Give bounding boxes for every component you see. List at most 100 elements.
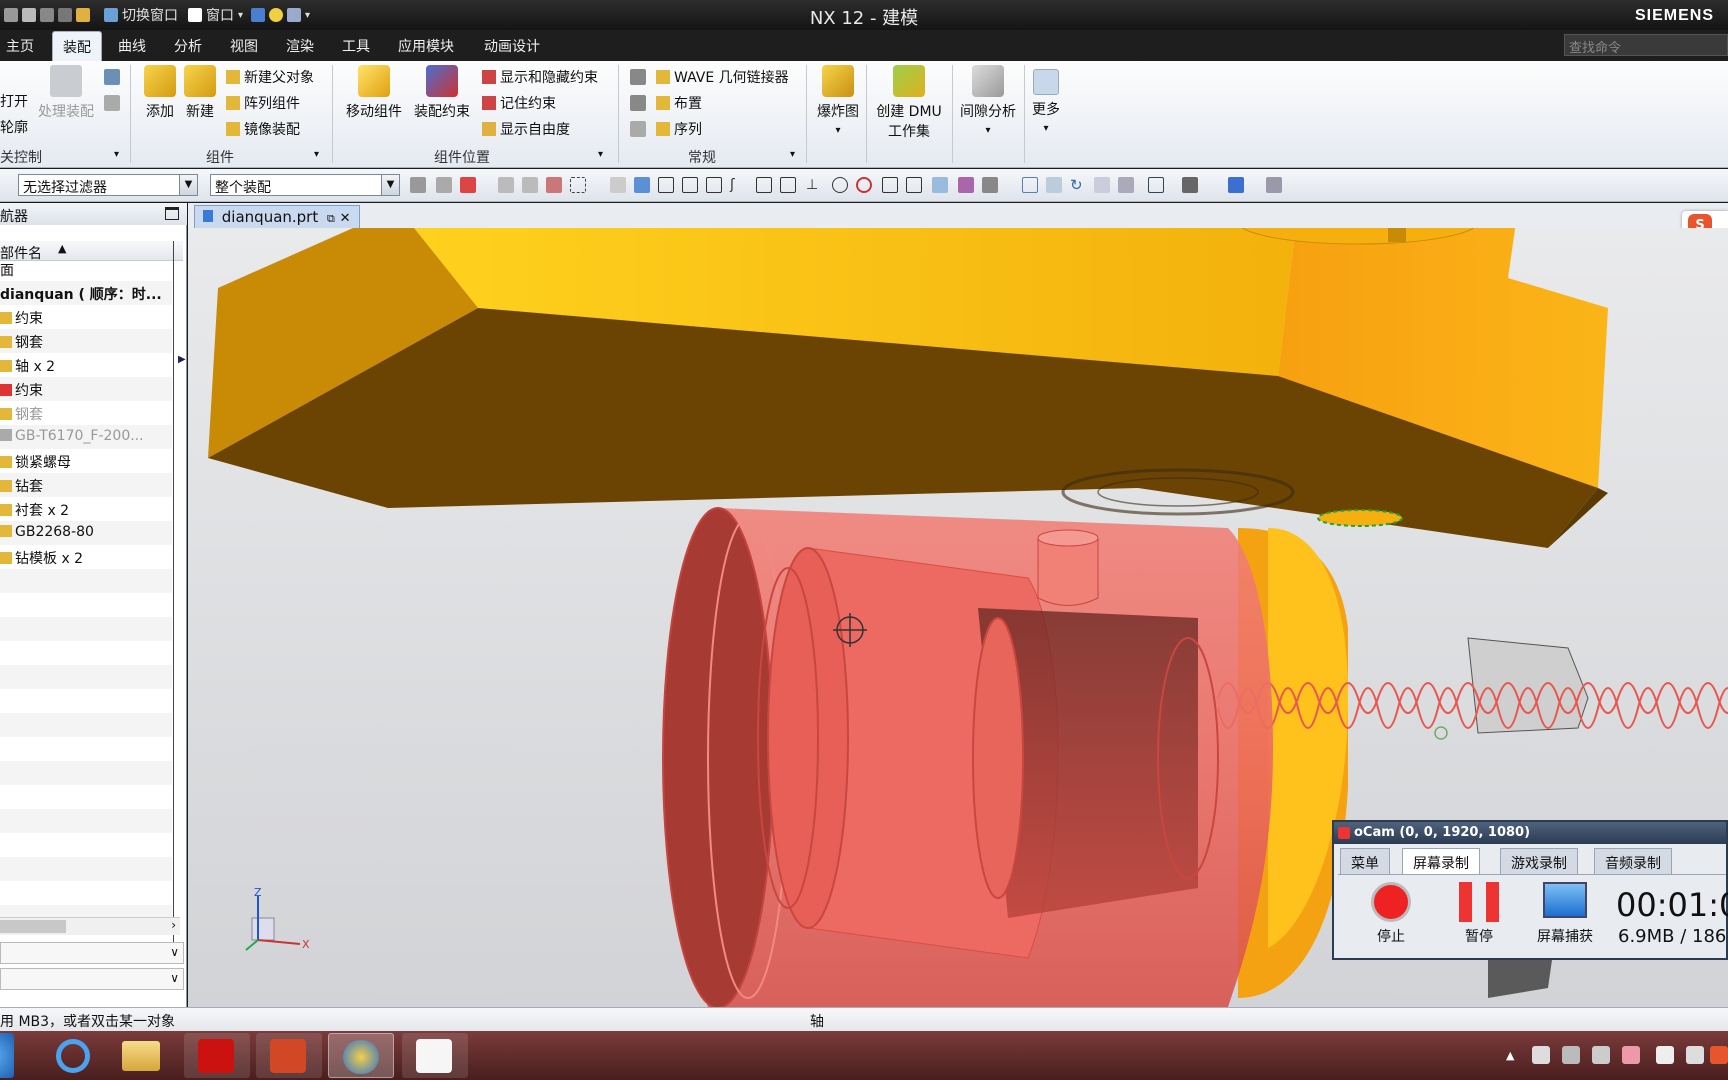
plus-icon[interactable] xyxy=(882,177,898,193)
mirror-assembly-button[interactable]: 镜像装配 xyxy=(226,119,300,139)
general-tool-icon[interactable] xyxy=(630,121,646,137)
detach-icon[interactable]: ⧉ xyxy=(327,212,335,225)
clearance-analysis-button[interactable]: 间隙分析 ▾ xyxy=(954,65,1022,137)
tab-render[interactable]: 渲染 xyxy=(286,36,314,56)
body-icon[interactable] xyxy=(958,177,974,193)
display-mode-icon[interactable] xyxy=(1148,177,1164,193)
snap-icon[interactable] xyxy=(546,177,562,193)
tab-tools[interactable]: 工具 xyxy=(342,36,370,56)
tab-assembly[interactable]: 装配 xyxy=(52,31,102,61)
flag-icon[interactable] xyxy=(1532,1046,1550,1064)
datum-point-icon[interactable] xyxy=(1434,726,1448,740)
tree-node[interactable]: 钢套 xyxy=(0,401,172,425)
tree-node[interactable]: 约束 xyxy=(0,377,172,401)
detail-panel-toggle[interactable]: ∨ xyxy=(0,942,184,964)
quadrant-icon[interactable] xyxy=(856,177,872,193)
chevron-down-icon[interactable]: ▾ xyxy=(314,149,319,160)
tree-node[interactable]: 轴 x 2 xyxy=(0,353,172,377)
tree-node[interactable]: 钻套 xyxy=(0,473,172,497)
ocam-screenshot-button[interactable]: 屏幕捕获 xyxy=(1530,882,1600,946)
chevron-right-icon[interactable]: ▶ xyxy=(178,354,186,365)
tab-home[interactable]: 主页 xyxy=(6,36,34,56)
component-tool-icon[interactable] xyxy=(104,69,120,85)
general-tool-icon[interactable] xyxy=(630,69,646,85)
language-icon[interactable] xyxy=(1656,1046,1674,1064)
selection-filter-dropdown[interactable]: 无选择过滤器 ▼ xyxy=(18,174,198,196)
add-component-button[interactable]: 添加 xyxy=(140,65,180,121)
new-component-button[interactable]: 新建 xyxy=(180,65,220,121)
locking-nut[interactable] xyxy=(1467,637,1589,734)
fit-icon[interactable] xyxy=(1022,177,1038,193)
network-icon[interactable] xyxy=(1562,1046,1580,1064)
process-assembly-button[interactable]: 处理装配 xyxy=(32,65,100,121)
shading-icon[interactable] xyxy=(1182,177,1198,193)
sleeve-end-face[interactable] xyxy=(662,507,774,1007)
point-snap-icon[interactable] xyxy=(658,177,674,193)
tab-view[interactable]: 视图 xyxy=(230,36,258,56)
array-component-button[interactable]: 阵列组件 xyxy=(226,93,300,113)
sequence-button[interactable]: 序列 xyxy=(656,119,702,139)
ime-icon[interactable] xyxy=(1622,1046,1640,1064)
wave-linker-button[interactable]: WAVE 几何链接器 xyxy=(656,67,789,87)
move-component-button[interactable]: 移动组件 xyxy=(340,65,408,121)
work-layer-icon[interactable] xyxy=(1266,177,1282,193)
zoom-icon[interactable] xyxy=(1046,177,1062,193)
tree-node[interactable]: 锁紧螺母 xyxy=(0,449,172,473)
tree-node[interactable]: 钻模板 x 2 xyxy=(0,545,172,569)
tab-animation[interactable]: 动画设计 xyxy=(484,36,540,56)
general-tool-icon[interactable] xyxy=(630,95,646,111)
ocam-recorder-window[interactable]: oCam (0, 0, 1920, 1080) 菜单 屏幕录制 游戏录制 音频录… xyxy=(1332,820,1728,960)
ocam-tab-game-record[interactable]: 游戏录制 xyxy=(1500,848,1578,874)
start-button[interactable] xyxy=(0,1033,14,1078)
line-icon[interactable] xyxy=(906,177,922,193)
tab-applications[interactable]: 应用模块 xyxy=(398,36,454,56)
view-icon[interactable] xyxy=(610,177,626,193)
ocam-tab-audio-record[interactable]: 音频录制 xyxy=(1594,848,1672,874)
chevron-down-icon[interactable]: ▾ xyxy=(790,149,795,160)
chevron-right-icon[interactable]: › xyxy=(171,918,176,932)
ocam-taskbar-button[interactable] xyxy=(402,1033,468,1078)
filter-icon[interactable] xyxy=(436,177,452,193)
curve-icon[interactable]: ʃ xyxy=(730,177,746,193)
nx-taskbar-button[interactable] xyxy=(328,1033,394,1078)
chevron-down-icon[interactable]: ▾ xyxy=(598,149,603,160)
pan-icon[interactable] xyxy=(1094,177,1110,193)
center-icon[interactable] xyxy=(832,177,848,193)
selected-hole[interactable] xyxy=(1317,509,1403,527)
orient-icon[interactable] xyxy=(1118,177,1134,193)
tree-node[interactable]: 钢套 xyxy=(0,329,172,353)
more-button[interactable]: 更多 ▾ xyxy=(1026,65,1066,135)
keyboard-icon[interactable] xyxy=(1686,1046,1704,1064)
outline-button[interactable]: 轮廓 xyxy=(0,117,28,137)
scroll-thumb[interactable] xyxy=(0,920,66,933)
open-button[interactable]: 打开 xyxy=(0,91,28,111)
intersect-icon[interactable]: ⊥ xyxy=(806,177,822,193)
volume-icon[interactable] xyxy=(1592,1046,1610,1064)
powerpoint-taskbar-button[interactable] xyxy=(256,1033,322,1078)
command-search-input[interactable]: 查找命令 xyxy=(1564,34,1728,56)
close-icon[interactable]: ✕ xyxy=(340,211,351,226)
tree-node[interactable]: 约束 xyxy=(0,305,172,329)
dependency-panel-toggle[interactable]: ∨ xyxy=(0,968,184,990)
explorer-taskbar-button[interactable] xyxy=(108,1033,174,1078)
spline-icon[interactable] xyxy=(756,177,772,193)
tab-curve[interactable]: 曲线 xyxy=(118,36,146,56)
component-tool-icon[interactable] xyxy=(104,95,120,111)
tab-analysis[interactable]: 分析 xyxy=(174,36,202,56)
tray-expand-icon[interactable]: ▲ xyxy=(1506,1049,1514,1062)
sort-ascending-icon[interactable]: ▲ xyxy=(58,242,66,255)
show-hide-constraints-button[interactable]: 显示和隐藏约束 xyxy=(482,67,598,87)
horizontal-scrollbar[interactable]: › xyxy=(0,917,180,935)
chevron-down-icon[interactable]: ▾ xyxy=(114,149,119,160)
filter-icon[interactable] xyxy=(410,177,426,193)
maximize-icon[interactable] xyxy=(165,207,179,220)
remember-constraints-button[interactable]: 记住约束 xyxy=(482,93,556,113)
midpoint-icon[interactable] xyxy=(706,177,722,193)
ocam-tab-screen-record[interactable]: 屏幕录制 xyxy=(1402,848,1480,874)
sheet-icon[interactable] xyxy=(982,177,998,193)
radial-hole[interactable] xyxy=(1037,537,1099,606)
new-parent-button[interactable]: 新建父对象 xyxy=(226,67,314,87)
tree-node[interactable]: 衬套 x 2 xyxy=(0,497,172,521)
layout-button[interactable]: 布置 xyxy=(656,93,702,113)
face-icon[interactable] xyxy=(932,177,948,193)
